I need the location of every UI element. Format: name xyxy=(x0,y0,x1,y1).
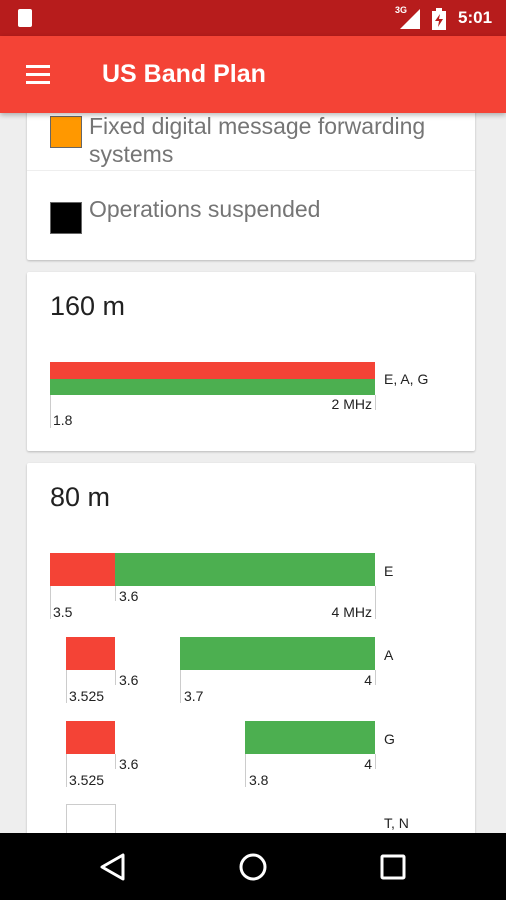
band-card-160m: 160 m 2 MHz 1.8 E, A, G xyxy=(27,272,475,451)
status-bar: 3G 5:01 xyxy=(0,0,506,36)
band-segment-green xyxy=(245,721,375,754)
legend-label: Fixed digital message forwarding systems xyxy=(89,113,426,167)
tick-line xyxy=(115,754,116,769)
home-icon[interactable] xyxy=(236,850,270,884)
band-segment-empty xyxy=(66,804,116,833)
band-segment-red xyxy=(66,637,115,670)
band-title: 80 m xyxy=(50,482,111,512)
license-classes: G xyxy=(384,731,395,747)
tick-line xyxy=(66,670,67,703)
menu-icon[interactable] xyxy=(22,63,54,87)
freq-label-seg2-end: 4 xyxy=(364,672,372,688)
band-segment-green xyxy=(115,553,375,586)
freq-label-seg2-start: 3.8 xyxy=(249,772,269,788)
freq-label-end: 2 MHz xyxy=(331,396,372,412)
battery-charging-icon xyxy=(432,8,446,30)
freq-label-start: 1.8 xyxy=(53,412,73,428)
tick-line xyxy=(50,395,51,428)
tick-line xyxy=(375,670,376,685)
sd-card-icon xyxy=(18,9,32,27)
freq-label-start: 3.5 xyxy=(53,604,73,620)
freq-label-seg1-end: 3.6 xyxy=(119,672,139,688)
tick-line xyxy=(115,586,116,601)
signal-icon xyxy=(400,9,420,29)
tick-line xyxy=(115,670,116,685)
freq-label-seg1-end: 3.6 xyxy=(119,756,139,772)
band-plan-list[interactable]: Fixed digital message forwarding systems… xyxy=(0,113,506,833)
legend-card: Fixed digital message forwarding systems… xyxy=(27,113,475,260)
band-title: 160 m xyxy=(50,291,126,321)
navigation-bar xyxy=(0,833,506,900)
legend-swatch xyxy=(50,202,82,234)
app-bar: US Band Plan xyxy=(0,36,506,113)
tick-line xyxy=(375,586,376,619)
freq-label-end: 4 MHz xyxy=(331,604,372,620)
legend-swatch xyxy=(50,116,82,148)
license-classes: T, N xyxy=(384,815,409,831)
freq-label-seg1-start: 3.525 xyxy=(69,772,105,788)
band-segment-green xyxy=(180,637,375,670)
clock: 5:01 xyxy=(458,8,493,27)
freq-label-mid: 3.6 xyxy=(119,588,139,604)
tick-line xyxy=(66,754,67,787)
band-segment-red xyxy=(50,553,115,586)
tick-line xyxy=(180,670,181,703)
legend-label: Operations suspended xyxy=(89,196,321,222)
license-classes: A xyxy=(384,647,394,663)
recents-icon[interactable] xyxy=(376,850,410,884)
tick-line xyxy=(375,395,376,410)
app-title: US Band Plan xyxy=(102,60,266,88)
divider xyxy=(27,170,475,171)
tick-line xyxy=(245,754,246,787)
freq-label-seg2-end: 4 xyxy=(364,756,372,772)
license-classes: E xyxy=(384,563,394,579)
band-card-80m: 80 m 3.6 3.5 4 MHz E 3.6 3.525 3.7 4 A 3… xyxy=(27,463,475,833)
tick-line xyxy=(375,754,376,769)
license-classes: E, A, G xyxy=(384,371,429,387)
back-icon[interactable] xyxy=(96,850,130,884)
tick-line xyxy=(50,586,51,619)
freq-label-seg2-start: 3.7 xyxy=(184,688,204,704)
band-segment-green xyxy=(50,379,375,395)
freq-label-seg1-start: 3.525 xyxy=(69,688,105,704)
band-segment-red xyxy=(66,721,115,754)
band-segment-red xyxy=(50,362,375,379)
